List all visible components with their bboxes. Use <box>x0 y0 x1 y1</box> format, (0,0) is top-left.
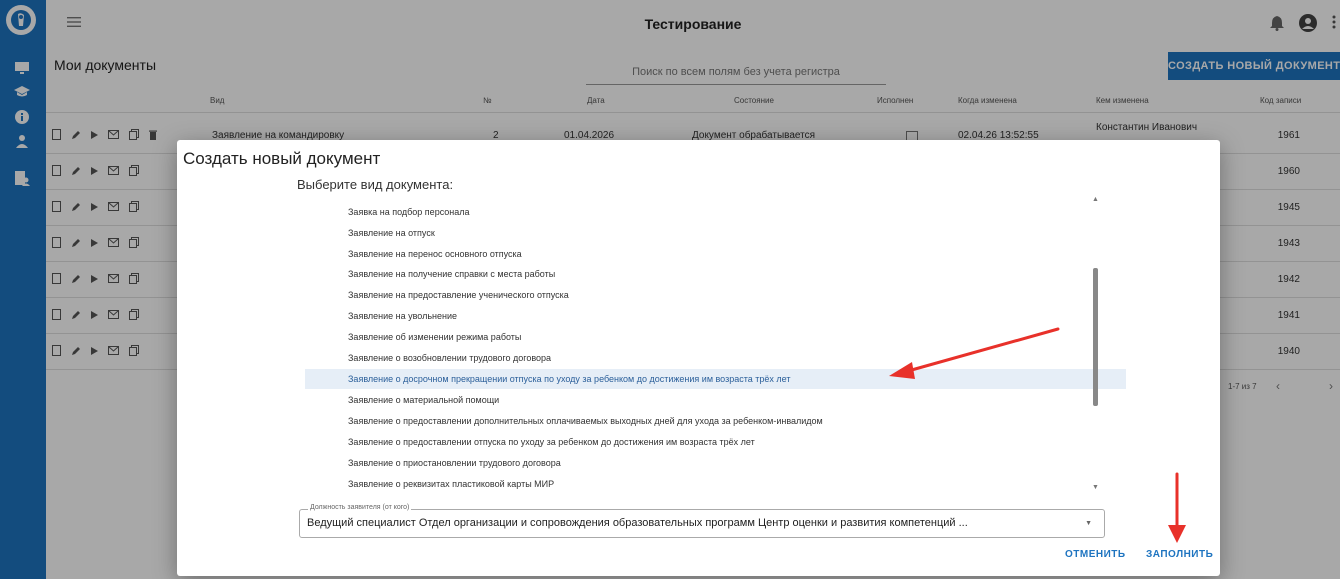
annotation-arrows <box>889 327 1186 543</box>
arrow-to-fill-button <box>1168 472 1186 543</box>
arrow-to-selected-item <box>889 327 1060 379</box>
